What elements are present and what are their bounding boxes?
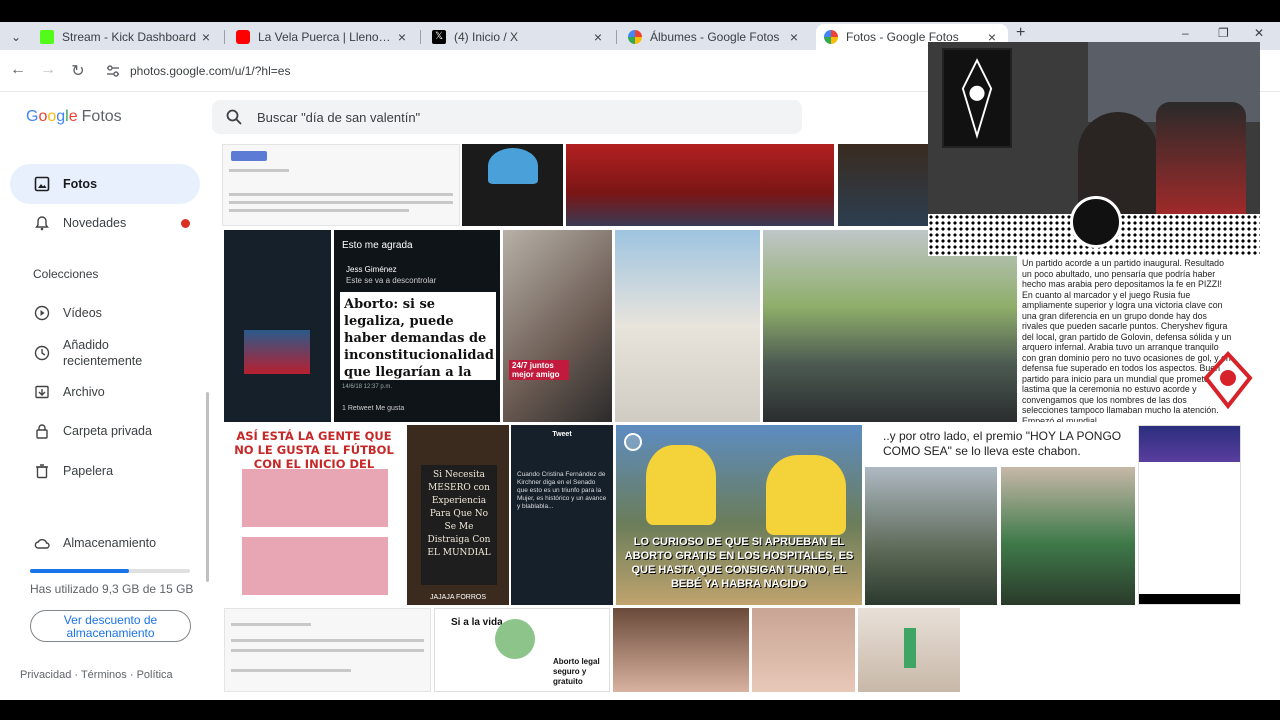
site-settings-icon[interactable]: [106, 64, 120, 78]
sidebar: Google Fotos Fotos Novedades Colecciones …: [0, 92, 212, 700]
google-photos-favicon-icon: [628, 30, 642, 44]
photo-stadium[interactable]: [566, 144, 834, 226]
sidebar-item-novedades[interactable]: Novedades: [10, 203, 200, 243]
notification-dot: [181, 219, 190, 228]
photo-premio-meme[interactable]: ..y por otro lado, el premio "HOY LA PON…: [865, 425, 1135, 605]
channel-badge-icon: [1070, 196, 1122, 248]
youtube-favicon-icon: [236, 30, 250, 44]
photo-baby-1[interactable]: [613, 608, 749, 692]
archive-icon: [35, 385, 49, 399]
photo-tweet-aborto[interactable]: Esto me agrada Jess Giménez Este se va a…: [334, 230, 500, 422]
photo-selfie[interactable]: 24/7 juntos mejor amigo: [503, 230, 612, 422]
url-text: photos.google.com/u/1/?hl=es: [130, 64, 291, 78]
kick-favicon-icon: [40, 30, 54, 44]
tab-title: Álbumes - Google Fotos: [650, 30, 780, 44]
tab-x[interactable]: 𝕏 (4) Inicio / X ×: [424, 24, 614, 50]
sidebar-scrollbar[interactable]: [206, 392, 209, 582]
tab-close-icon[interactable]: ×: [786, 29, 802, 45]
tab-youtube[interactable]: La Vela Puerca | Llenos de Magia ×: [228, 24, 418, 50]
storage-discount-button[interactable]: Ver descuento de almacenamiento: [30, 610, 191, 642]
trash-icon: [36, 464, 48, 479]
spider-emblem-icon: [1196, 350, 1260, 410]
wall-poster: [942, 48, 1012, 148]
google-photos-favicon-icon: [824, 30, 838, 44]
sidebar-item-fotos[interactable]: Fotos: [10, 164, 200, 204]
tab-search-chevron-icon[interactable]: ⌄: [6, 28, 26, 46]
new-tab-icon[interactable]: +: [1016, 24, 1025, 42]
spider-logo-icon: [961, 58, 993, 139]
policy-link[interactable]: Política: [137, 669, 173, 681]
minimize-icon[interactable]: –: [1182, 26, 1189, 40]
terms-link[interactable]: Términos: [81, 669, 127, 681]
tab-close-icon[interactable]: ×: [394, 29, 410, 45]
photo-simpsons-meme[interactable]: LO CURIOSO DE QUE SI APRUEBAN EL ABORTO …: [616, 425, 862, 605]
privacy-link[interactable]: Privacidad: [20, 669, 71, 681]
footer-links: Privacidad · Términos · Política: [20, 669, 173, 681]
photo-room[interactable]: [615, 230, 760, 422]
address-bar[interactable]: photos.google.com/u/1/?hl=es: [100, 57, 930, 85]
photo-screenshot[interactable]: [838, 144, 928, 226]
back-icon[interactable]: ←: [8, 61, 28, 79]
photo-squidward-meme[interactable]: ASÍ ESTÁ LA GENTE QUE NO LE GUSTA EL FÚT…: [224, 425, 404, 605]
photo-icon: [34, 176, 50, 192]
bell-icon: [35, 216, 49, 231]
photo-tweet-thread[interactable]: [224, 608, 431, 692]
storage-usage-text: Has utilizado 9,3 GB de 15 GB: [30, 582, 194, 596]
tab-kick-dashboard[interactable]: Stream - Kick Dashboard ×: [32, 24, 222, 50]
screen-top-bar: [0, 0, 1280, 22]
sidebar-item-videos[interactable]: Vídeos: [10, 293, 200, 333]
storage-usage-bar: [30, 569, 190, 573]
sidebar-item-trash[interactable]: Papelera: [10, 451, 200, 491]
window-close-icon[interactable]: ✕: [1254, 26, 1264, 40]
photo-tweet-screenshot-2[interactable]: [1138, 425, 1241, 605]
clock-icon: [34, 345, 50, 361]
photo-comic[interactable]: Si a la vida Aborto legal seguro y gratu…: [434, 608, 610, 692]
lock-icon: [36, 424, 48, 439]
sidebar-item-archivo[interactable]: Archivo: [10, 372, 200, 412]
google-photos-logo[interactable]: Google Fotos: [26, 108, 122, 126]
photo-chalkboard[interactable]: Si Necesita MESERO con Experiencia Para …: [407, 425, 509, 605]
screen-bottom-bar: [0, 700, 1280, 720]
reload-icon[interactable]: ↻: [68, 61, 88, 81]
tab-title: La Vela Puerca | Llenos de Magia: [258, 30, 394, 44]
search-icon: [226, 109, 242, 125]
photo-dark-meme[interactable]: [462, 144, 563, 226]
photo-baby-2[interactable]: [752, 608, 855, 692]
gaming-chair: [1156, 102, 1246, 232]
x-favicon-icon: 𝕏: [432, 30, 446, 44]
webcam-halftone-frame: [928, 196, 1260, 256]
tab-close-icon[interactable]: ×: [590, 29, 606, 45]
select-checkbox-icon[interactable]: [624, 433, 642, 451]
tab-title: Stream - Kick Dashboard: [62, 30, 197, 44]
sidebar-item-recent[interactable]: Añadido recientemente: [10, 333, 200, 373]
search-bar[interactable]: Buscar "día de san valentín": [212, 100, 802, 134]
play-circle-icon: [34, 305, 50, 321]
tab-title: (4) Inicio / X: [454, 30, 519, 44]
tab-close-icon[interactable]: ×: [198, 29, 214, 45]
sidebar-item-private-folder[interactable]: Carpeta privada: [10, 411, 200, 451]
tab-albumes[interactable]: Álbumes - Google Fotos ×: [620, 24, 810, 50]
forward-icon[interactable]: →: [38, 61, 58, 79]
photo-tweet-dark[interactable]: [224, 230, 331, 422]
cloud-icon: [34, 538, 50, 549]
photo-tweet-screenshot[interactable]: [222, 144, 460, 226]
photo-box[interactable]: [858, 608, 960, 692]
storage-usage-fill: [30, 569, 130, 573]
collections-heading: Colecciones: [33, 267, 99, 281]
restore-icon[interactable]: ❐: [1218, 26, 1229, 40]
search-placeholder: Buscar "día de san valentín": [257, 110, 421, 125]
photo-tweet-cfk[interactable]: Tweet Cuando Cristina Fernández de Kirch…: [511, 425, 613, 605]
share-icons: [231, 151, 267, 161]
photo-living-room[interactable]: [763, 230, 1017, 422]
sidebar-item-storage[interactable]: Almacenamiento: [10, 523, 200, 563]
